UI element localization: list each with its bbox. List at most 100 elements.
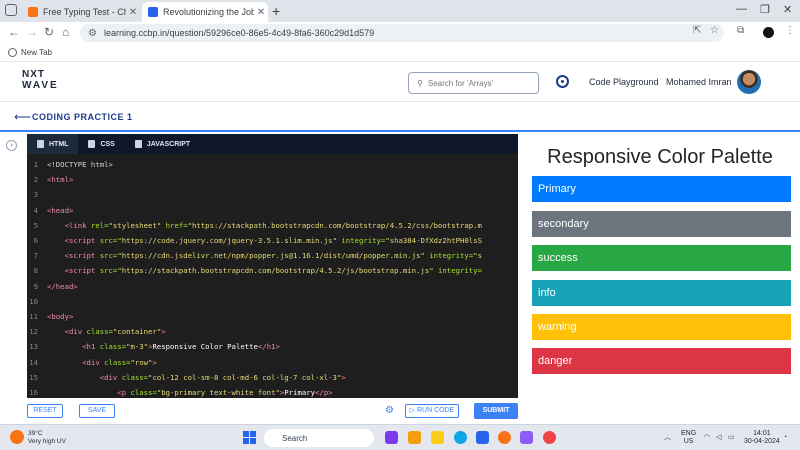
- code-line[interactable]: 5 <link rel="stylesheet" href="https://s…: [27, 218, 518, 233]
- battery-icon[interactable]: ▭: [728, 434, 735, 442]
- code-lines[interactable]: 1 <!DOCTYPE html> 2 <html> 3 4 <head> 5 <link r…: [27, 154, 518, 400]
- close-tab-icon[interactable]: ✕: [126, 7, 140, 18]
- code-line[interactable]: 6 <script src="https://code.jquery.com/j…: [27, 233, 518, 248]
- code-text: <div class="container">: [47, 327, 166, 336]
- code-token: "sha384-DfXdz2htPH0lsS: [385, 236, 482, 246]
- maximize-icon[interactable]: ❐: [760, 3, 770, 16]
- weather-widget[interactable]: 39°C Very high UV: [28, 430, 66, 446]
- reset-button[interactable]: RESET: [27, 404, 63, 418]
- task-view-icon[interactable]: [385, 431, 398, 444]
- new-tab-icon[interactable]: +: [272, 3, 280, 19]
- save-button[interactable]: SAVE: [79, 404, 115, 418]
- search-input[interactable]: [427, 78, 528, 88]
- home-icon[interactable]: ⌂: [62, 25, 69, 39]
- code-line[interactable]: 14 <div class="row">: [27, 354, 518, 369]
- code-token: <html>: [47, 175, 74, 185]
- code-line[interactable]: 7 <script src="https://cdn.jsdelivr.net/…: [27, 248, 518, 263]
- code-line[interactable]: 12 <div class="container">: [27, 324, 518, 339]
- line-number: 13: [29, 342, 38, 352]
- notification-bell-icon[interactable]: ◔: [783, 434, 787, 442]
- code-text: <link rel="stylesheet" href="https://sta…: [47, 221, 482, 230]
- reload-icon[interactable]: ↻: [44, 25, 54, 39]
- timer-icon[interactable]: [556, 75, 569, 88]
- vscode-icon[interactable]: [476, 431, 489, 444]
- tray-chevron-icon[interactable]: ︿: [664, 434, 671, 442]
- back-icon[interactable]: ←: [8, 25, 20, 39]
- line-number: 8: [33, 266, 38, 276]
- code-line[interactable]: 11 <body>: [27, 309, 518, 324]
- code-line[interactable]: 10: [27, 294, 518, 309]
- chrome-icon[interactable]: [543, 431, 556, 444]
- browser-tab-active[interactable]: Revolutionizing the Job Market ✕: [142, 2, 268, 22]
- code-line[interactable]: 9 </head>: [27, 279, 518, 294]
- browser-tab-typing-test[interactable]: Free Typing Test - Check Your T ✕: [22, 2, 140, 22]
- code-editor[interactable]: HTML CSS JAVASCRIPT 1 <!DOCTYPE html> 2 <ht…: [27, 134, 518, 398]
- lang-code: ENG: [681, 430, 697, 437]
- forward-icon[interactable]: →: [26, 25, 38, 39]
- address-bar-row: ← → ↻ ⌂ ⚙ learning.ccbp.in/question/5929…: [0, 22, 800, 44]
- code-playground-link[interactable]: Code Playground: [589, 77, 659, 87]
- code-token: class=: [99, 342, 127, 352]
- code-token: src=: [99, 236, 118, 246]
- code-token: <p: [117, 387, 131, 397]
- file-explorer-icon[interactable]: [408, 431, 421, 444]
- volume-icon[interactable]: ◁: [716, 434, 721, 442]
- wifi-icon[interactable]: ◠: [704, 434, 710, 442]
- line-number: 2: [33, 175, 38, 185]
- swatch-primary: Primary: [532, 176, 791, 202]
- settings-gear-icon[interactable]: ⚙: [385, 405, 394, 416]
- code-line[interactable]: 13 <h1 class="m-3">Responsive Color Pale…: [27, 339, 518, 354]
- code-line[interactable]: 8 <script src="https://stackpath.bootstr…: [27, 263, 518, 278]
- submit-button[interactable]: SUBMIT: [474, 403, 518, 419]
- code-token: Responsive Color Palette: [152, 342, 258, 352]
- run-code-button[interactable]: ▷ RUN CODE: [405, 404, 459, 418]
- code-line[interactable]: 3: [27, 187, 518, 202]
- bookmark-new-tab[interactable]: New Tab: [21, 48, 52, 57]
- code-line[interactable]: 4 <head>: [27, 203, 518, 218]
- tab-label: JAVASCRIPT: [146, 140, 191, 148]
- search-box[interactable]: ⚲: [408, 72, 539, 94]
- folder-icon[interactable]: [431, 431, 444, 444]
- back-arrow-icon[interactable]: ⟵: [14, 110, 31, 124]
- code-line[interactable]: 1 <!DOCTYPE html>: [27, 157, 518, 172]
- start-icon[interactable]: [243, 431, 256, 444]
- line-number: 11: [29, 311, 38, 321]
- page-title: CODING PRACTICE 1: [32, 112, 133, 122]
- tab-search-icon[interactable]: [5, 4, 17, 16]
- code-token: "container": [112, 327, 162, 337]
- tab-javascript[interactable]: JAVASCRIPT: [125, 134, 200, 154]
- line-number: 6: [33, 236, 38, 246]
- line-number: 14: [29, 357, 38, 367]
- code-line[interactable]: 15 <div class="col-12 col-sm-8 col-md-6 …: [27, 370, 518, 385]
- site-info-icon[interactable]: ⚙: [88, 28, 97, 39]
- code-token: <script: [64, 251, 100, 261]
- clock[interactable]: 14:01 30-04-2024: [744, 430, 780, 446]
- visual-studio-icon[interactable]: [520, 431, 533, 444]
- html-file-icon: [37, 140, 44, 148]
- language-indicator[interactable]: ENG US: [681, 430, 696, 446]
- taskbar-search[interactable]: Search: [264, 429, 374, 447]
- avatar[interactable]: [737, 70, 761, 94]
- nxtwave-logo[interactable]: NXT WAVE: [22, 69, 59, 91]
- bookmark-star-icon[interactable]: ☆: [710, 25, 719, 36]
- logo-line-1: NXT: [22, 69, 45, 80]
- user-name[interactable]: Mohamed Imran: [666, 77, 732, 87]
- tab-html[interactable]: HTML: [27, 134, 79, 154]
- url-field[interactable]: ⚙ learning.ccbp.in/question/59296ce0-86e…: [80, 24, 724, 42]
- close-window-icon[interactable]: ✕: [783, 3, 792, 16]
- close-tab-icon[interactable]: ✕: [254, 7, 268, 18]
- weather-icon[interactable]: [10, 430, 24, 444]
- menu-icon[interactable]: ⋮: [785, 25, 795, 36]
- profile-icon[interactable]: [763, 27, 774, 38]
- minimize-icon[interactable]: —: [736, 3, 747, 15]
- firefox-icon[interactable]: [498, 431, 511, 444]
- extensions-icon[interactable]: ⧉: [737, 25, 744, 36]
- tab-css[interactable]: CSS: [78, 134, 124, 154]
- code-line[interactable]: 2 <html>: [27, 172, 518, 187]
- code-token: class=: [86, 327, 113, 337]
- edge-icon[interactable]: [454, 431, 467, 444]
- code-token: "m-3": [126, 342, 149, 352]
- expand-panel-icon[interactable]: ›: [6, 140, 17, 151]
- install-app-icon[interactable]: ⇱: [693, 25, 701, 36]
- tab-label: CSS: [100, 140, 115, 148]
